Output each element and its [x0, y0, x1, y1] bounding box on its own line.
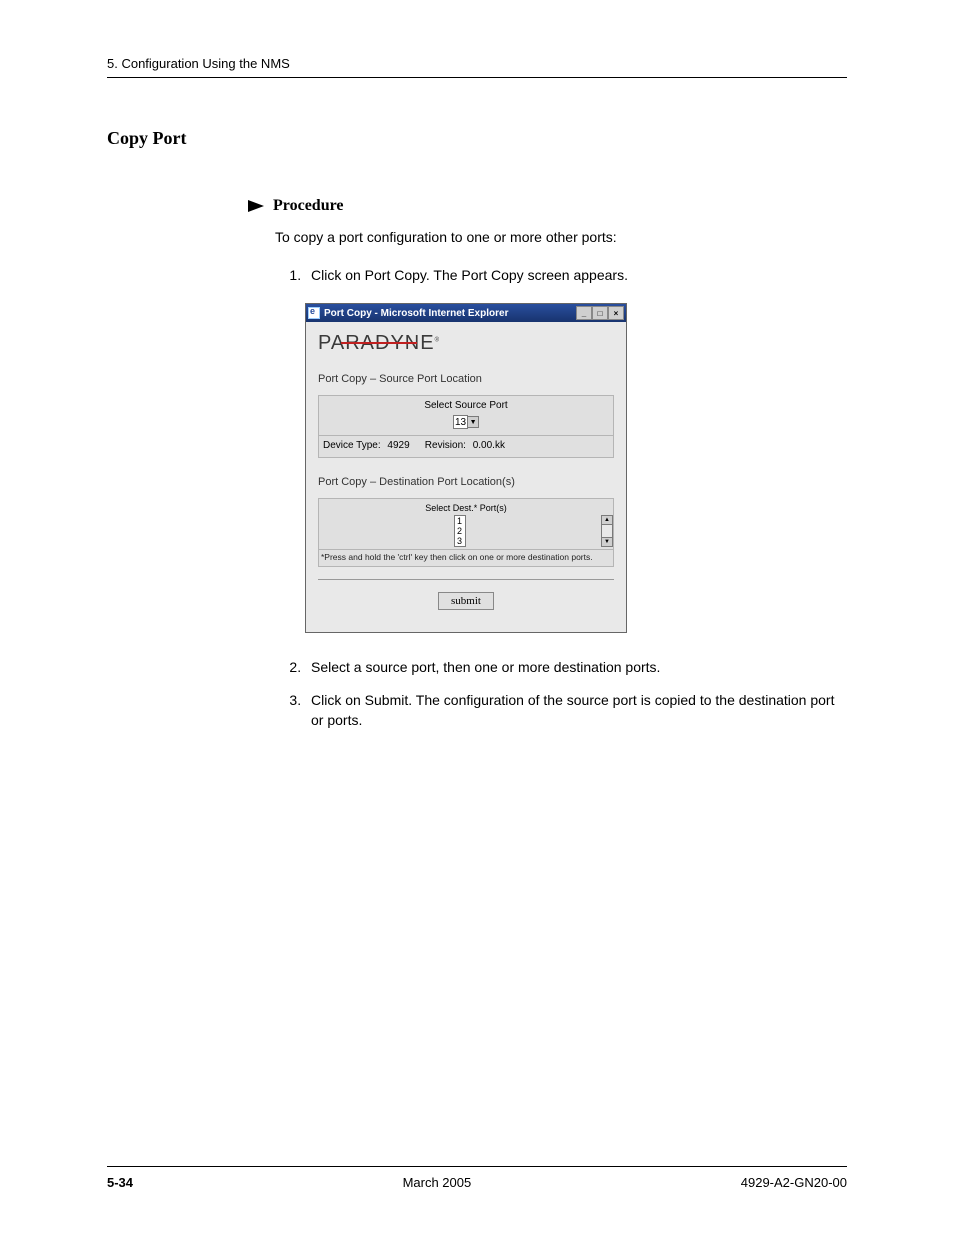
submit-button[interactable]: submit [438, 592, 494, 610]
source-panel: Select Source Port 13 ▼ Device Type: 492… [318, 395, 614, 458]
page-footer: 5-34 March 2005 4929-A2-GN20-00 [107, 1166, 847, 1190]
source-section-title: Port Copy – Source Port Location [318, 373, 614, 385]
revision-value: 0.00.kk [473, 440, 505, 451]
select-source-label: Select Source Port [319, 396, 613, 413]
maximize-button[interactable]: □ [592, 306, 608, 320]
step-1: Click on Port Copy. The Port Copy screen… [305, 265, 847, 285]
device-type-value: 4929 [387, 440, 409, 451]
step-3: Click on Submit. The configuration of th… [305, 690, 847, 731]
dest-option-3[interactable]: 3 [455, 536, 465, 546]
page-header: 5. Configuration Using the NMS [107, 56, 847, 78]
page-number: 5-34 [107, 1175, 133, 1190]
section-title: Copy Port [107, 128, 847, 149]
port-copy-window: Port Copy - Microsoft Internet Explorer … [305, 303, 627, 633]
revision-label: Revision: [425, 440, 466, 451]
brand-logo: PARADYNE® [318, 332, 614, 355]
source-port-value: 13 [455, 417, 466, 428]
device-type-label: Device Type: [323, 440, 381, 451]
listbox-scrollbar[interactable]: ▲ ▼ [601, 515, 613, 547]
procedure-steps-top: Click on Port Copy. The Port Copy screen… [305, 265, 847, 285]
select-dest-label: Select Dest.* Port(s) [319, 499, 613, 515]
ie-icon [308, 307, 320, 319]
window-titlebar: Port Copy - Microsoft Internet Explorer … [306, 304, 626, 322]
device-info-row: Device Type: 4929 Revision: 0.00.kk [319, 435, 613, 457]
doc-number: 4929-A2-GN20-00 [741, 1175, 847, 1190]
close-button[interactable]: × [608, 306, 624, 320]
dest-port-listbox[interactable]: 1 2 3 [454, 515, 466, 547]
source-port-select[interactable]: 13 [453, 415, 468, 429]
dest-option-1[interactable]: 1 [455, 516, 465, 526]
chevron-down-icon[interactable]: ▼ [467, 416, 479, 428]
window-title: Port Copy - Microsoft Internet Explorer [324, 308, 508, 319]
dest-option-2[interactable]: 2 [455, 526, 465, 536]
footer-date: March 2005 [403, 1175, 472, 1190]
ctrl-hint: *Press and hold the 'ctrl' key then clic… [319, 549, 613, 566]
scroll-down-icon[interactable]: ▼ [601, 537, 613, 547]
procedure-label: Procedure [273, 197, 344, 215]
minimize-button[interactable]: _ [576, 306, 592, 320]
divider [318, 579, 614, 580]
procedure-arrow-icon [247, 199, 265, 213]
procedure-intro: To copy a port configuration to one or m… [275, 229, 847, 245]
dest-section-title: Port Copy – Destination Port Location(s) [318, 476, 614, 488]
dest-panel: Select Dest.* Port(s) 1 2 3 ▲ ▼ *Press a… [318, 498, 614, 567]
procedure-steps-bottom: Select a source port, then one or more d… [305, 657, 847, 730]
step-2: Select a source port, then one or more d… [305, 657, 847, 677]
scroll-up-icon[interactable]: ▲ [601, 515, 613, 525]
